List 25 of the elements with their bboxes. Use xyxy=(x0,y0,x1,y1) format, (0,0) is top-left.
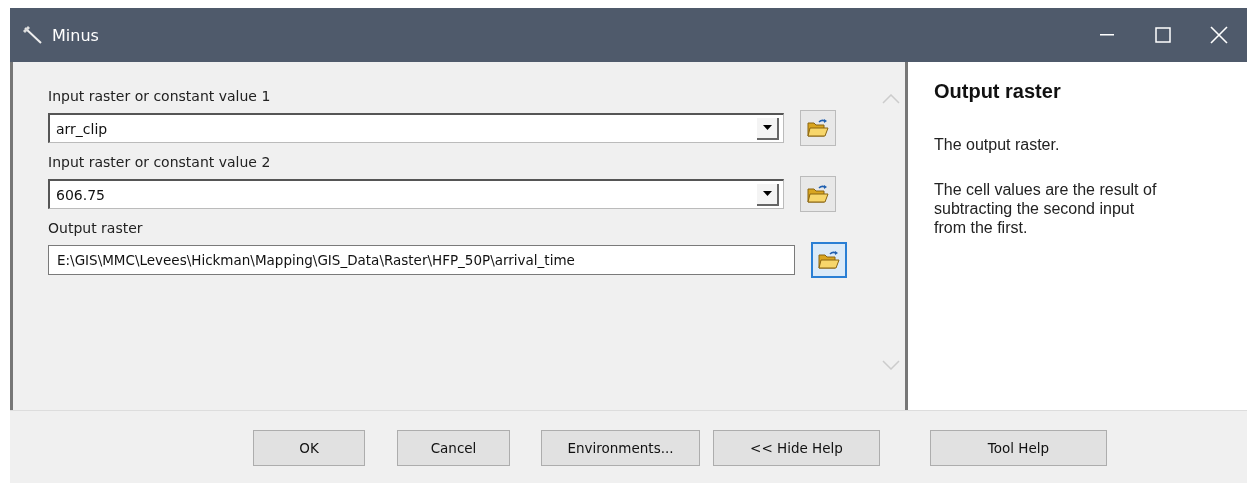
browse-button[interactable] xyxy=(800,176,836,212)
dialog-button[interactable]: Cancel xyxy=(397,429,510,466)
field-label: Output raster xyxy=(48,220,143,236)
close-icon xyxy=(1210,26,1228,44)
browse-button[interactable] xyxy=(811,242,847,278)
open-folder-icon xyxy=(807,184,829,204)
maximize-icon xyxy=(1155,27,1171,43)
dropdown-field[interactable]: 606.75 xyxy=(48,179,784,209)
hammer-icon xyxy=(22,25,44,45)
window-title: Minus xyxy=(52,25,99,45)
dropdown-field[interactable]: arr_clip xyxy=(48,113,784,143)
input-field[interactable]: E:\GIS\MMC\Levees\Hickman\Mapping\GIS_Data\Raster\HFP_50P\arrival_time xyxy=(48,245,795,275)
dialog-button[interactable]: Tool Help xyxy=(930,429,1107,466)
dialog-button[interactable]: << Hide Help xyxy=(713,429,880,466)
dialog-button[interactable]: Environments... xyxy=(541,429,700,466)
open-folder-icon xyxy=(818,250,840,270)
help-text: The cell values are the result of subtracting the second input from the first. xyxy=(934,180,1158,237)
dialog-button[interactable]: OK xyxy=(253,429,365,466)
open-folder-icon xyxy=(807,118,829,138)
field-label: Input raster or constant value 2 xyxy=(48,154,271,170)
field-label: Input raster or constant value 1 xyxy=(48,88,271,104)
browse-button[interactable] xyxy=(800,110,836,146)
minimize-icon xyxy=(1100,34,1114,36)
help-title: Output raster xyxy=(934,80,1061,103)
help-text: The output raster. xyxy=(934,135,1061,154)
